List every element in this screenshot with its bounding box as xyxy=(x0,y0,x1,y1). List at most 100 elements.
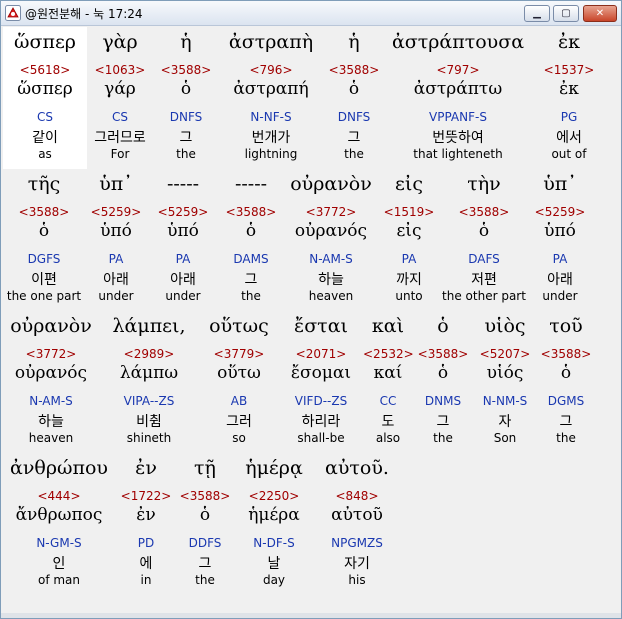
korean-gloss: 아래 xyxy=(547,272,573,288)
greek-word: καὶ xyxy=(371,315,405,337)
word-cell[interactable]: οὕτως <3779> οὕτω AB 그러 so xyxy=(199,310,279,452)
korean-gloss: 같이 xyxy=(32,130,58,146)
lemma: ὁ xyxy=(199,505,211,525)
strong-number[interactable]: <1537> xyxy=(533,63,605,77)
strong-number[interactable]: <848> xyxy=(315,489,399,503)
strong-number[interactable]: <5259> xyxy=(147,205,219,219)
word-cell[interactable]: ἔσται <2071> ἔσομαι VIFD--ZS 하리라 shall-b… xyxy=(279,310,363,452)
lemma: ἐκ xyxy=(559,79,579,99)
lemma: ὁ xyxy=(180,79,192,99)
lemma: οὕτω xyxy=(217,363,261,383)
strong-number[interactable]: <5259> xyxy=(85,205,147,219)
lemma: ὁ xyxy=(478,221,490,241)
morphology-code: NPGMZS xyxy=(331,536,383,550)
strong-number[interactable]: <1063> xyxy=(87,63,153,77)
strong-number[interactable]: <3779> xyxy=(199,347,279,361)
strong-number[interactable]: <5618> xyxy=(3,63,87,77)
strong-number[interactable]: <2071> xyxy=(279,347,363,361)
english-gloss: out of xyxy=(551,147,587,161)
word-cell[interactable]: οὐρανὸν <3772> οὐρανός N-AM-S 하늘 heaven xyxy=(283,168,379,310)
bottom-border xyxy=(1,613,621,618)
morphology-code: AB xyxy=(230,394,248,408)
word-cell[interactable]: ὑπ᾽ <5259> ὑπό PA 아래 under xyxy=(529,168,591,310)
lemma: εἰς xyxy=(396,221,422,241)
word-cell[interactable]: υἱὸς <5207> υἱός N-NM-S 자 Son xyxy=(473,310,537,452)
title-bar[interactable]: @원전분해 - 눅 17:24 ▁ ▢ ✕ xyxy=(1,1,621,26)
korean-gloss: 번뜻하여 xyxy=(432,130,484,146)
word-cell[interactable]: τοῦ <3588> ὁ DGMS 그 the xyxy=(537,310,595,452)
maximize-button[interactable]: ▢ xyxy=(553,5,579,22)
lemma: λάμπω xyxy=(119,363,179,383)
strong-number[interactable]: <2532> xyxy=(363,347,414,361)
close-button[interactable]: ✕ xyxy=(583,5,617,22)
korean-gloss: 하늘 xyxy=(318,272,344,288)
strong-number[interactable]: <797> xyxy=(385,63,531,77)
word-cell[interactable]: γὰρ <1063> γάρ CS 그러므로 For xyxy=(87,26,153,168)
lemma: αὐτοῦ xyxy=(331,505,383,525)
word-cell[interactable]: ὥσπερ <5618> ὥσπερ CS 같이 as xyxy=(3,26,87,168)
korean-gloss: 그 xyxy=(179,130,193,146)
strong-number[interactable]: <3588> xyxy=(153,63,219,77)
strong-number[interactable]: <3588> xyxy=(219,205,283,219)
english-gloss: heaven xyxy=(308,289,354,303)
greek-word: ----- xyxy=(166,173,200,195)
strong-number[interactable]: <3588> xyxy=(177,489,233,503)
word-cell[interactable]: ὁ <3588> ὁ DNMS 그 the xyxy=(413,310,473,452)
word-cell[interactable]: ----- <5259> ὑπό PA 아래 under xyxy=(147,168,219,310)
word-cell[interactable]: ἀστραπὴ <796> ἀστραπή N-NF-S 번개가 lightni… xyxy=(219,26,323,168)
word-cell[interactable]: ----- <3588> ὁ DAMS 그 the xyxy=(219,168,283,310)
english-gloss: the xyxy=(556,431,576,445)
word-cell[interactable]: ἀστράπτουσα <797> ἀστράπτω VPPANF-S 번뜻하여… xyxy=(385,26,531,168)
strong-number[interactable]: <3772> xyxy=(3,347,99,361)
strong-number[interactable]: <444> xyxy=(3,489,115,503)
morphology-code: VIPA--ZS xyxy=(123,394,175,408)
strong-number[interactable]: <2250> xyxy=(233,489,315,503)
english-gloss: heaven xyxy=(28,431,74,445)
word-cell[interactable]: ἀνθρώπου <444> ἄνθρωπος N-GM-S 인 of man xyxy=(3,452,115,594)
strong-number[interactable]: <3588> xyxy=(439,205,529,219)
english-gloss: so xyxy=(232,431,246,445)
word-cell[interactable]: τῇ <3588> ὁ DDFS 그 the xyxy=(177,452,233,594)
word-cell[interactable]: ἐν <1722> ἐν PD 에 in xyxy=(115,452,177,594)
strong-number[interactable]: <796> xyxy=(219,63,323,77)
word-cell[interactable]: εἰς <1519> εἰς PA 까지 unto xyxy=(379,168,439,310)
word-cell[interactable]: λάμπει, <2989> λάμπω VIPA--ZS 비췸 shineth xyxy=(99,310,199,452)
korean-gloss: 도 xyxy=(381,414,395,430)
word-cell[interactable]: καὶ <2532> καί CC 도 also xyxy=(363,310,414,452)
strong-number[interactable]: <5259> xyxy=(529,205,591,219)
morphology-code: DGMS xyxy=(547,394,585,408)
greek-word: οὐρανὸν xyxy=(10,315,92,337)
korean-gloss: 그 xyxy=(244,272,258,288)
word-cell[interactable]: ὑπ᾽ <5259> ὑπό PA 아래 under xyxy=(85,168,147,310)
english-gloss: the xyxy=(195,573,215,587)
morphology-code: N-DF-S xyxy=(253,536,295,550)
strong-number[interactable]: <3588> xyxy=(537,347,595,361)
strong-number[interactable]: <1722> xyxy=(115,489,177,503)
morphology-code: PA xyxy=(552,252,568,266)
korean-gloss: 그 xyxy=(559,414,573,430)
strong-number[interactable]: <3588> xyxy=(3,205,85,219)
word-cell[interactable]: οὐρανὸν <3772> οὐρανός N-AM-S 하늘 heaven xyxy=(3,310,99,452)
english-gloss: shall-be xyxy=(297,431,345,445)
word-cell[interactable]: ἡμέρᾳ <2250> ἡμέρα N-DF-S 날 day xyxy=(233,452,315,594)
word-cell[interactable]: ἡ <3588> ὁ DNFS 그 the xyxy=(323,26,385,168)
morphology-code: DNFS xyxy=(169,110,203,124)
strong-number[interactable]: <2989> xyxy=(99,347,199,361)
lemma: ἡμέρα xyxy=(248,505,300,525)
korean-gloss: 비췸 xyxy=(136,414,162,430)
strong-number[interactable]: <3588> xyxy=(323,63,385,77)
word-cell[interactable]: ἡ <3588> ὁ DNFS 그 the xyxy=(153,26,219,168)
lemma: ὁ xyxy=(245,221,257,241)
word-cell[interactable]: ἐκ <1537> ἐκ PG 에서 out of xyxy=(533,26,605,168)
strong-number[interactable]: <5207> xyxy=(473,347,537,361)
strong-number[interactable]: <1519> xyxy=(379,205,439,219)
word-cell[interactable]: τὴν <3588> ὁ DAFS 저편 the other part xyxy=(439,168,529,310)
english-gloss: lightning xyxy=(244,147,298,161)
greek-word: εἰς xyxy=(395,173,423,195)
word-cell[interactable]: αὐτοῦ. <848> αὐτοῦ NPGMZS 자기 his xyxy=(315,452,399,594)
strong-number[interactable]: <3588> xyxy=(413,347,473,361)
morphology-code: N-NF-S xyxy=(250,110,292,124)
word-cell[interactable]: τῆς <3588> ὁ DGFS 이편 the one part xyxy=(3,168,85,310)
minimize-button[interactable]: ▁ xyxy=(524,5,550,22)
strong-number[interactable]: <3772> xyxy=(283,205,379,219)
